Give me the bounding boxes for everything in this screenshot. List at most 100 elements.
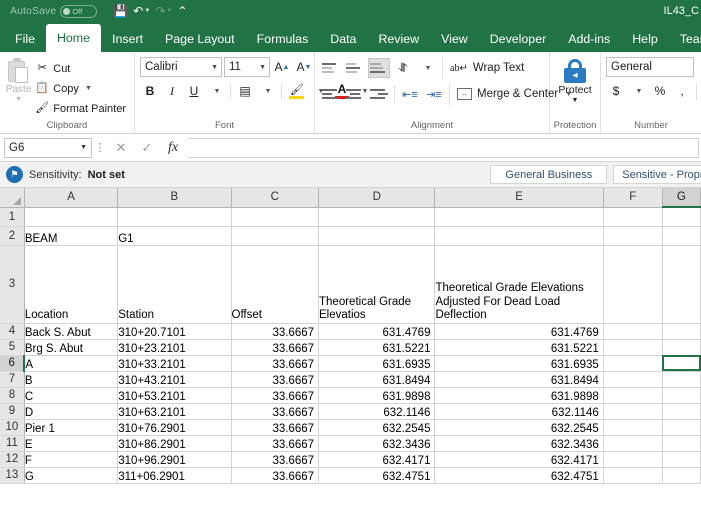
- text-orientation-icon[interactable]: ⥯: [392, 58, 414, 78]
- column-header-f[interactable]: F: [603, 188, 663, 208]
- cell-E7[interactable]: 631.8494: [434, 371, 604, 388]
- cell-G2[interactable]: [662, 226, 701, 246]
- column-header-g[interactable]: G: [662, 188, 701, 208]
- number-format-select[interactable]: General: [606, 57, 694, 77]
- cell-F7[interactable]: [603, 371, 663, 388]
- cell-G8[interactable]: [662, 387, 701, 404]
- cell-A9[interactable]: D: [24, 403, 119, 420]
- row-header-11[interactable]: 11: [0, 435, 25, 452]
- tab-home[interactable]: Home: [45, 24, 102, 52]
- cell-A13[interactable]: G: [24, 467, 119, 484]
- cell-C10[interactable]: 33.6667: [231, 419, 320, 436]
- row-header-7[interactable]: 7: [0, 371, 25, 388]
- cell-A8[interactable]: C: [24, 387, 119, 404]
- italic-button[interactable]: I: [162, 81, 182, 101]
- bold-button[interactable]: B: [140, 81, 160, 101]
- cell-G13[interactable]: [662, 467, 701, 484]
- chevron-down-icon[interactable]: ▼: [259, 64, 266, 71]
- cell-B5[interactable]: 310+23.2101: [117, 339, 232, 356]
- chevron-down-icon[interactable]: ▼: [80, 144, 87, 151]
- column-header-c[interactable]: C: [231, 188, 320, 208]
- cell-D13[interactable]: 632.4751: [318, 467, 436, 484]
- borders-icon[interactable]: ▤: [235, 81, 255, 101]
- percent-format-button[interactable]: %: [650, 81, 670, 101]
- cell-A10[interactable]: Pier 1: [24, 419, 119, 436]
- align-middle-icon[interactable]: [344, 58, 366, 78]
- enter-icon[interactable]: ✓: [134, 137, 160, 159]
- cell-D3[interactable]: Theoretical Grade Elevatios: [318, 245, 436, 324]
- font-name-input[interactable]: Calibri ▼: [140, 57, 222, 77]
- tab-formulas[interactable]: Formulas: [246, 26, 320, 52]
- cell-F1[interactable]: [603, 207, 663, 227]
- cell-C13[interactable]: 33.6667: [231, 467, 320, 484]
- cell-C3[interactable]: Offset: [231, 245, 320, 324]
- tab-team[interactable]: Team: [669, 26, 701, 52]
- cell-B6[interactable]: 310+33.2101: [117, 355, 232, 372]
- autosave-toggle[interactable]: AutoSave Off: [10, 4, 98, 18]
- cell-C8[interactable]: 33.6667: [231, 387, 320, 404]
- cell-F4[interactable]: [603, 323, 663, 340]
- cell-F9[interactable]: [603, 403, 663, 420]
- increase-indent-icon[interactable]: ⇥≡: [423, 84, 445, 104]
- underline-button[interactable]: U: [184, 81, 204, 101]
- cell-B13[interactable]: 311+06.2901: [117, 467, 232, 484]
- format-painter-button[interactable]: 🖌 Format Painter: [32, 99, 129, 118]
- cell-F2[interactable]: [603, 226, 663, 246]
- tab-review[interactable]: Review: [367, 26, 430, 52]
- currency-format-button[interactable]: $: [606, 81, 626, 101]
- redo-icon[interactable]: ↷ ▼: [153, 1, 174, 21]
- sensitivity-general-business-button[interactable]: General Business: [490, 165, 608, 184]
- tab-view[interactable]: View: [430, 26, 479, 52]
- sensitivity-sensitive-proprietary-button[interactable]: Sensitive - Propri: [613, 165, 701, 184]
- cell-F12[interactable]: [603, 451, 663, 468]
- cell-G9[interactable]: [662, 403, 701, 420]
- align-right-icon[interactable]: [368, 84, 390, 104]
- align-top-icon[interactable]: [320, 58, 342, 78]
- tab-insert[interactable]: Insert: [101, 26, 154, 52]
- cell-E9[interactable]: 632.1146: [434, 403, 604, 420]
- cell-B12[interactable]: 310+96.2901: [117, 451, 232, 468]
- worksheet-grid[interactable]: ABCDEFG 1 2 BEAM G1 3 Location Station Offset Th…: [0, 188, 701, 497]
- cell-B10[interactable]: 310+76.2901: [117, 419, 232, 436]
- wrap-text-button[interactable]: ab↵ Wrap Text: [447, 58, 527, 79]
- comma-format-button[interactable]: ,: [672, 81, 692, 101]
- tab-file[interactable]: File: [4, 26, 46, 52]
- cell-C9[interactable]: 33.6667: [231, 403, 320, 420]
- grow-font-button[interactable]: A ▲: [272, 57, 292, 77]
- underline-dropdown-icon[interactable]: ▼: [206, 81, 226, 101]
- cell-G11[interactable]: [662, 435, 701, 452]
- fill-color-icon[interactable]: 🖌: [286, 81, 308, 101]
- row-header-13[interactable]: 13: [0, 467, 25, 484]
- cell-F13[interactable]: [603, 467, 663, 484]
- tab-add-ins[interactable]: Add-ins: [557, 26, 621, 52]
- cell-C6[interactable]: 33.6667: [231, 355, 320, 372]
- cell-A1[interactable]: [24, 207, 119, 227]
- cell-D11[interactable]: 632.3436: [318, 435, 436, 452]
- cell-A3[interactable]: Location: [24, 245, 119, 324]
- copy-button[interactable]: 📋 Copy ▼: [32, 79, 129, 98]
- cell-G4[interactable]: [662, 323, 701, 340]
- formula-input[interactable]: [188, 137, 699, 158]
- cell-C11[interactable]: 33.6667: [231, 435, 320, 452]
- cell-D8[interactable]: 631.9898: [318, 387, 436, 404]
- cell-F10[interactable]: [603, 419, 663, 436]
- cell-B11[interactable]: 310+86.2901: [117, 435, 232, 452]
- cell-C4[interactable]: 33.6667: [231, 323, 320, 340]
- cell-B8[interactable]: 310+53.2101: [117, 387, 232, 404]
- cell-D10[interactable]: 632.2545: [318, 419, 436, 436]
- cancel-icon[interactable]: ✕: [108, 137, 134, 159]
- cell-D1[interactable]: [318, 207, 436, 227]
- cell-E2[interactable]: [434, 226, 604, 246]
- column-header-a[interactable]: A: [24, 188, 119, 208]
- cell-A11[interactable]: E: [24, 435, 119, 452]
- cell-C7[interactable]: 33.6667: [231, 371, 320, 388]
- cell-E10[interactable]: 632.2545: [434, 419, 604, 436]
- decrease-indent-icon[interactable]: ⇤≡: [399, 84, 421, 104]
- insert-function-icon[interactable]: fx: [160, 137, 186, 159]
- row-header-1[interactable]: 1: [0, 207, 25, 227]
- row-header-4[interactable]: 4: [0, 323, 25, 340]
- save-icon[interactable]: 💾: [111, 1, 130, 21]
- cell-A6[interactable]: A: [24, 355, 119, 372]
- chevron-down-icon[interactable]: ▼: [572, 97, 579, 104]
- protect-button[interactable]: ◂ Protect ▼: [555, 57, 595, 104]
